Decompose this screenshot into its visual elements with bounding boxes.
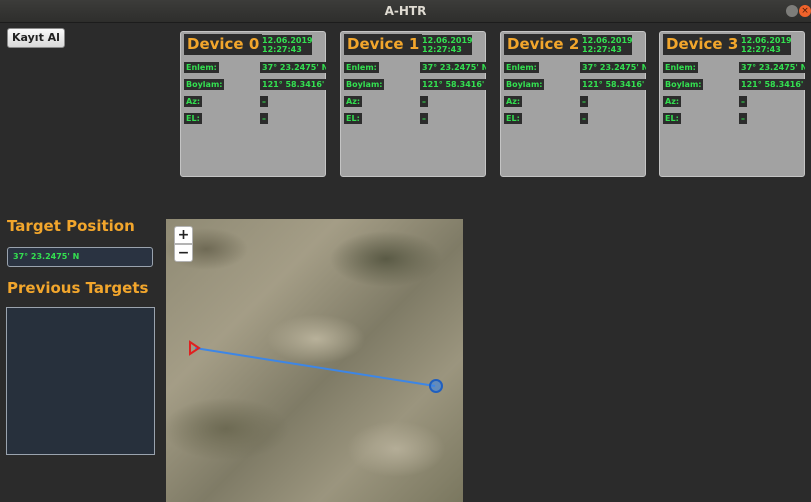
window-title: A-HTR xyxy=(384,4,427,18)
device-name: Device 3 xyxy=(663,34,742,55)
device-time: 12:27:43 xyxy=(741,45,781,54)
longitude-label: Boylam: xyxy=(184,79,225,90)
elevation-label: EL: xyxy=(344,113,362,124)
device-timestamp: 12.06.2019 12:27:43 xyxy=(739,35,792,55)
target-position-heading: Target Position xyxy=(7,217,135,235)
elevation-label: EL: xyxy=(504,113,522,124)
latitude-label: Enlem: xyxy=(504,62,539,73)
zoom-out-button[interactable]: − xyxy=(174,244,193,262)
device-panel-3: Device 3 12.06.2019 12:27:43 Enlem: 37° … xyxy=(659,31,805,177)
longitude-value: 121° 58.3416' E xyxy=(260,79,326,90)
previous-targets-list[interactable] xyxy=(6,307,155,455)
device-panel-1: Device 1 12.06.2019 12:27:43 Enlem: 37° … xyxy=(340,31,486,177)
device-panel-0: Device 0 12.06.2019 12:27:43 Enlem: 37° … xyxy=(180,31,326,177)
device-time: 12:27:43 xyxy=(582,45,622,54)
azimuth-value: – xyxy=(739,96,747,107)
track-line xyxy=(194,347,436,387)
device-date: 12.06.2019 xyxy=(741,36,792,45)
elevation-label: EL: xyxy=(184,113,202,124)
longitude-value: 121° 58.3416' E xyxy=(739,79,805,90)
map-overlay xyxy=(189,340,443,393)
latitude-value: 37° 23.2475' N xyxy=(420,62,486,73)
device-timestamp: 12.06.2019 12:27:43 xyxy=(420,35,473,55)
longitude-label: Boylam: xyxy=(663,79,704,90)
device-name: Device 2 xyxy=(504,34,583,55)
azimuth-label: Az: xyxy=(184,96,203,107)
longitude-label: Boylam: xyxy=(344,79,385,90)
minimize-icon[interactable] xyxy=(786,5,798,17)
origin-marker-icon[interactable] xyxy=(189,340,201,356)
device-date: 12.06.2019 xyxy=(422,36,473,45)
longitude-value: 121° 58.3416' E xyxy=(580,79,646,90)
device-timestamp: 12.06.2019 12:27:43 xyxy=(260,35,313,55)
elevation-value: – xyxy=(260,113,268,124)
latitude-value: 37° 23.2475' N xyxy=(739,62,805,73)
record-button[interactable]: Kayıt Al xyxy=(7,28,65,48)
close-icon[interactable]: × xyxy=(799,5,811,17)
azimuth-value: – xyxy=(580,96,588,107)
azimuth-label: Az: xyxy=(663,96,682,107)
device-name: Device 0 xyxy=(184,34,263,55)
target-position-field[interactable]: 37° 23.2475' N xyxy=(7,247,153,267)
target-marker-icon[interactable] xyxy=(429,379,443,393)
elevation-value: – xyxy=(420,113,428,124)
elevation-value: – xyxy=(739,113,747,124)
zoom-in-button[interactable]: + xyxy=(174,226,193,244)
longitude-value: 121° 58.3416' E xyxy=(420,79,486,90)
device-date: 12.06.2019 xyxy=(582,36,633,45)
longitude-label: Boylam: xyxy=(504,79,545,90)
azimuth-value: – xyxy=(260,96,268,107)
azimuth-value: – xyxy=(420,96,428,107)
latitude-label: Enlem: xyxy=(344,62,379,73)
device-time: 12:27:43 xyxy=(262,45,302,54)
previous-targets-heading: Previous Targets xyxy=(7,279,149,297)
device-time: 12:27:43 xyxy=(422,45,462,54)
elevation-label: EL: xyxy=(663,113,681,124)
latitude-value: 37° 23.2475' N xyxy=(580,62,646,73)
device-panel-2: Device 2 12.06.2019 12:27:43 Enlem: 37° … xyxy=(500,31,646,177)
window-titlebar[interactable]: A-HTR × xyxy=(0,0,811,23)
latitude-label: Enlem: xyxy=(184,62,219,73)
device-date: 12.06.2019 xyxy=(262,36,313,45)
latitude-label: Enlem: xyxy=(663,62,698,73)
elevation-value: – xyxy=(580,113,588,124)
device-name: Device 1 xyxy=(344,34,423,55)
azimuth-label: Az: xyxy=(344,96,363,107)
latitude-value: 37° 23.2475' N xyxy=(260,62,326,73)
azimuth-label: Az: xyxy=(504,96,523,107)
device-timestamp: 12.06.2019 12:27:43 xyxy=(580,35,633,55)
